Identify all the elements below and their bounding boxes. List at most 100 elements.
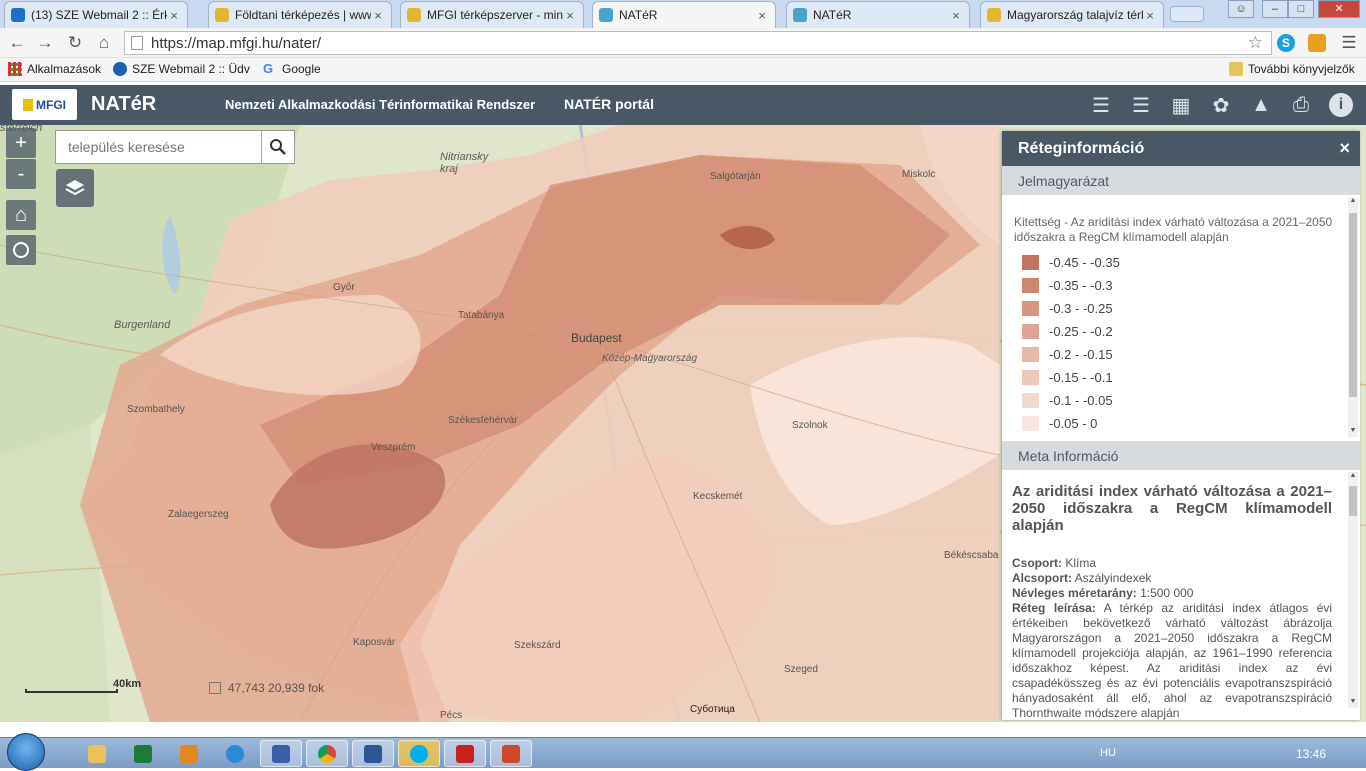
map-label: Szekszárd (514, 640, 561, 651)
taskbar-excel[interactable] (122, 740, 164, 767)
panel-close-icon[interactable]: × (1339, 138, 1350, 159)
bookmark-webmail[interactable]: SZE Webmail 2 :: Üdv (113, 62, 250, 76)
window-close-button[interactable]: ✕ (1318, 0, 1360, 18)
menu-icon[interactable]: ☰ (1338, 32, 1360, 54)
layer-switcher-button[interactable] (56, 169, 94, 207)
legend-section-header[interactable]: Jelmagyarázat (1002, 166, 1360, 195)
meta-section-header[interactable]: Meta Információ (1002, 441, 1360, 470)
back-arrow-icon[interactable]: ← (6, 32, 28, 54)
browser-tab[interactable]: MFGI térképszerver - minc × (400, 1, 584, 28)
start-button[interactable] (7, 733, 45, 771)
meta-scrollbar[interactable]: ▲ ▼ (1348, 472, 1358, 708)
browser-tab[interactable]: Földtani térképezés | www × (208, 1, 392, 28)
taskbar-skype[interactable] (398, 740, 440, 767)
browser-tab[interactable]: NATéR × (592, 1, 776, 28)
forward-arrow-icon[interactable]: → (34, 32, 56, 54)
bookmark-google[interactable]: G Google (263, 62, 321, 77)
search-button[interactable] (261, 131, 294, 163)
print-icon[interactable]: ⎙ (1281, 85, 1321, 125)
minimize-button[interactable]: – (1262, 0, 1288, 18)
graduation-cap-icon[interactable]: ▲ (1241, 85, 1281, 125)
reload-icon[interactable]: ↻ (64, 32, 86, 54)
address-bar[interactable]: https://map.mfgi.hu/nater/ ☆ (124, 31, 1272, 55)
search-input[interactable] (56, 131, 261, 163)
zoom-in-icon: + (15, 131, 27, 154)
panel-header: Réteginformáció × (1002, 131, 1360, 166)
webmail-icon (113, 62, 127, 76)
map-label: Kaposvár (353, 637, 396, 648)
taskbar-pdf[interactable] (444, 740, 486, 767)
taskbar-chrome[interactable] (306, 740, 348, 767)
layers-stack-icon (65, 180, 85, 196)
layers-icon[interactable]: ☰ (1121, 85, 1161, 125)
bookmark-star-icon[interactable]: ☆ (1248, 33, 1263, 53)
taskbar-powerpoint[interactable] (490, 740, 532, 767)
maximize-button[interactable]: □ (1288, 0, 1314, 18)
taskbar-explorer[interactable] (76, 740, 118, 767)
tab-favicon-icon (215, 8, 229, 22)
tab-close-icon[interactable]: × (1143, 8, 1157, 23)
info-icon[interactable]: i (1321, 85, 1361, 125)
taskbar-media[interactable] (168, 740, 210, 767)
bookmark-label: SZE Webmail 2 :: Üdv (132, 62, 250, 76)
skype-icon (410, 744, 428, 763)
user-profile-button[interactable]: ☺ (1228, 0, 1254, 18)
tab-favicon-icon (793, 8, 807, 22)
meta-scale-value: 1:500 000 (1140, 586, 1194, 600)
new-tab-button[interactable] (1170, 6, 1204, 22)
zoom-in-button[interactable]: + (6, 128, 36, 158)
taskbar-save[interactable] (260, 740, 302, 767)
tab-close-icon[interactable]: × (371, 8, 385, 23)
taskbar-word[interactable] (352, 740, 394, 767)
mfgi-logo[interactable]: MFGI (12, 89, 77, 120)
scroll-thumb[interactable] (1349, 213, 1357, 397)
disk-icon (272, 744, 290, 763)
map-label: Zalaegerszeg (168, 509, 229, 520)
taskbar-clock[interactable]: 13:46 (1296, 747, 1326, 761)
home-extent-button[interactable]: ⌂ (6, 200, 36, 230)
grid-icon[interactable]: ▦ (1161, 85, 1201, 125)
other-bookmarks[interactable]: További könyvjelzők (1229, 62, 1355, 76)
browser-tab[interactable]: (13) SZE Webmail 2 :: Érke × (4, 1, 188, 28)
legend-title: Kitettség - Az ariditási index várható v… (1014, 215, 1333, 244)
system-tray: HU (1100, 747, 1116, 759)
scroll-up-icon[interactable]: ▲ (1348, 472, 1358, 482)
tab-close-icon[interactable]: × (167, 8, 181, 23)
browser-tab[interactable]: NATéR × (786, 1, 970, 28)
tab-close-icon[interactable]: × (563, 8, 577, 23)
url-text: https://map.mfgi.hu/nater/ (151, 34, 322, 52)
browser-tab[interactable]: Magyarország talajvíz térk × (980, 1, 1164, 28)
legend-swatch (1022, 370, 1039, 385)
skype-extension-icon[interactable]: S (1277, 34, 1295, 52)
taskbar-ie[interactable] (214, 740, 256, 767)
scroll-thumb[interactable] (1349, 486, 1357, 516)
app-header: MFGI NATéR Nemzeti Alkalmazkodási Térinf… (0, 85, 1366, 125)
tab-close-icon[interactable]: × (949, 8, 963, 23)
home-icon[interactable]: ⌂ (93, 32, 115, 54)
legend-label: -0.2 - -0.15 (1049, 347, 1113, 362)
portal-link[interactable]: NATÉR portál (564, 96, 654, 112)
meta-subgroup: Alcsoport: Aszályindexek (1012, 571, 1332, 586)
bookmark-apps[interactable]: Alkalmazások (8, 62, 101, 76)
meta-desc-label: Réteg leírása: (1012, 601, 1096, 615)
legend-swatch (1022, 347, 1039, 362)
scale-bar: 40km (25, 677, 141, 695)
bookmarks-bar: Alkalmazások SZE Webmail 2 :: Üdv G Goog… (0, 58, 1366, 82)
scroll-down-icon[interactable]: ▼ (1348, 698, 1358, 708)
palette-icon[interactable]: ✿ (1201, 85, 1241, 125)
legend-swatch (1022, 278, 1039, 293)
scroll-up-icon[interactable]: ▲ (1348, 197, 1358, 207)
extension-icon[interactable] (1308, 34, 1326, 52)
legend-scrollbar[interactable]: ▲ ▼ (1348, 197, 1358, 437)
tab-close-icon[interactable]: × (755, 8, 769, 23)
language-indicator[interactable]: HU (1100, 747, 1116, 759)
scroll-down-icon[interactable]: ▼ (1348, 427, 1358, 437)
zoom-out-button[interactable]: - (6, 159, 36, 189)
search-icon (270, 139, 286, 155)
page-icon (131, 36, 143, 50)
legend-label: -0.1 - -0.05 (1049, 393, 1113, 408)
map-label: Veszprém (371, 442, 416, 453)
list-icon[interactable]: ☰ (1081, 85, 1121, 125)
locate-button[interactable] (6, 235, 36, 265)
legend-swatch (1022, 324, 1039, 339)
